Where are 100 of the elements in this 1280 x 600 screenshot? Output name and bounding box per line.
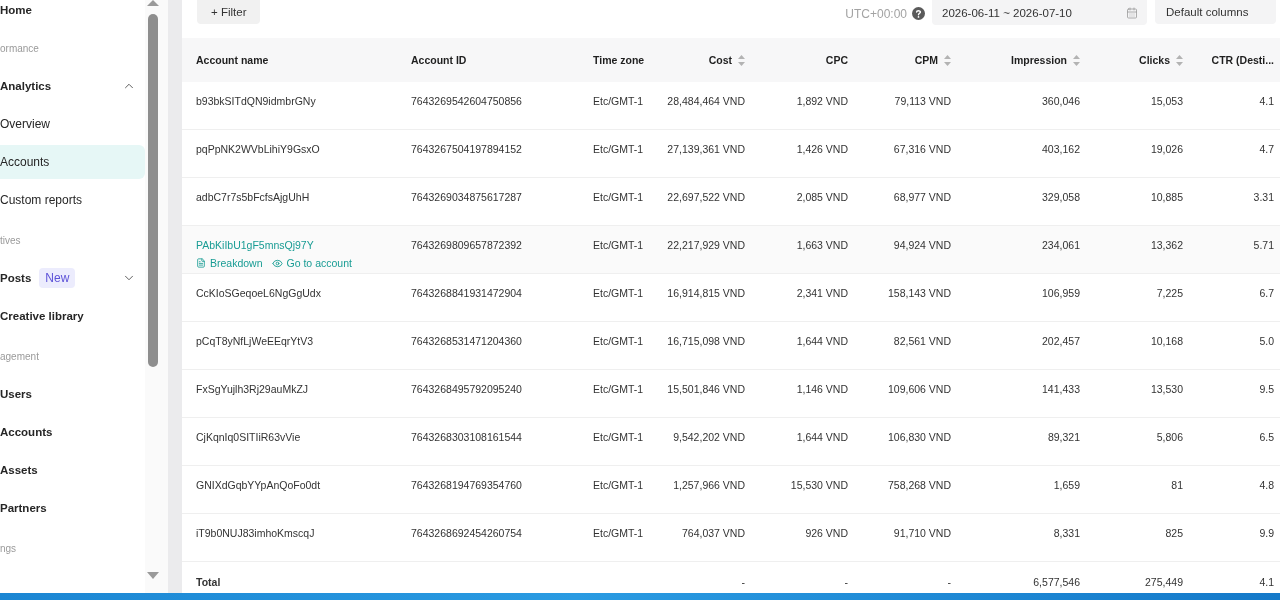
eye-icon bbox=[271, 257, 283, 269]
table-cell-text: 7643268531471204360 bbox=[411, 334, 522, 349]
table-cell-text: 7643269034875617287 bbox=[411, 190, 522, 205]
table-cell-text: 9,542,202 VND bbox=[673, 430, 745, 445]
help-icon[interactable] bbox=[912, 7, 925, 20]
table-cell-text: 22,217,929 VND bbox=[667, 238, 745, 253]
table-cell-text: 8,331 bbox=[1053, 526, 1080, 541]
sidebar-item[interactable]: Users bbox=[0, 377, 145, 411]
table-cell-text: 27,139,361 VND bbox=[667, 142, 745, 157]
table-cell-text: 9.9 bbox=[1259, 526, 1274, 541]
table-cell-text: 158,143 VND bbox=[887, 286, 951, 301]
table-cell-text: 6,577,546 bbox=[1033, 575, 1080, 590]
column-header[interactable]: Clicks bbox=[1139, 54, 1183, 66]
table-cell-text: 106,830 VND bbox=[887, 430, 951, 445]
table-cell-text: 94,924 VND bbox=[893, 238, 951, 253]
scrollbar-thumb[interactable] bbox=[148, 14, 158, 367]
section-label: agement bbox=[0, 349, 40, 364]
column-header: CTR (Desti... bbox=[1211, 54, 1274, 66]
table-cell-text: 825 bbox=[1165, 526, 1183, 541]
column-header: Account name bbox=[196, 54, 269, 66]
table-cell-text: 82,561 VND bbox=[893, 334, 951, 349]
account-name: b93bkSITdQN9idmbrGNy bbox=[196, 94, 316, 109]
table-cell-text: 15,053 bbox=[1150, 94, 1183, 109]
sort-icon[interactable] bbox=[944, 54, 951, 66]
sidebar-item[interactable]: Home bbox=[0, 0, 145, 27]
sort-icon[interactable] bbox=[738, 54, 745, 66]
table-cell-text: - bbox=[844, 575, 848, 590]
table-cell-text: 202,457 bbox=[1042, 334, 1080, 349]
account-name: GNIXdGqbYYpAnQoFo0dt bbox=[196, 478, 321, 493]
sidebar-item[interactable]: Creative library bbox=[0, 299, 145, 333]
table-cell-text: 89,321 bbox=[1047, 430, 1080, 445]
table-cell-text: 5.71 bbox=[1253, 238, 1274, 253]
table-cell-text: Etc/GMT-1 bbox=[593, 286, 644, 301]
date-range-field[interactable]: 2026-06-11 ~ 2026-07-10 bbox=[932, 0, 1147, 25]
account-name: pCqT8yNfLjWeEEqrYtV3 bbox=[196, 334, 314, 349]
table-cell-text: 13,362 bbox=[1150, 238, 1183, 253]
table-cell-text: 106,959 bbox=[1042, 286, 1080, 301]
table-cell-text: 7643268495792095240 bbox=[411, 382, 522, 397]
sort-icon[interactable] bbox=[1073, 54, 1080, 66]
table-cell-text: 2,341 VND bbox=[796, 286, 848, 301]
sidebar-item[interactable]: Assets bbox=[0, 453, 145, 487]
table-cell-text: Etc/GMT-1 bbox=[593, 526, 644, 541]
sidebar-group[interactable]: Analytics bbox=[0, 69, 145, 103]
table-cell-text: 1,659 bbox=[1053, 478, 1080, 493]
table-cell-text: 275,449 bbox=[1145, 575, 1183, 590]
feature-badge: New bbox=[39, 268, 76, 288]
table-cell-text: 6.5 bbox=[1259, 430, 1274, 445]
sort-icon[interactable] bbox=[1176, 54, 1183, 66]
table-cell-text: 4.7 bbox=[1259, 142, 1274, 157]
table-cell-text: 68,977 VND bbox=[893, 190, 951, 205]
table-cell-text: 13,530 bbox=[1150, 382, 1183, 397]
account-name: PAbKiIbU1gF5mnsQj97Y bbox=[196, 238, 314, 253]
table-cell-text: 9.5 bbox=[1259, 382, 1274, 397]
document-icon bbox=[196, 258, 206, 268]
table-cell-text: 81 bbox=[1171, 478, 1183, 493]
account-name: FxSgYujlh3Rj29auMkZJ bbox=[196, 382, 309, 397]
table-cell-text: 7,225 bbox=[1156, 286, 1183, 301]
columns-select[interactable]: Default columns bbox=[1155, 0, 1276, 24]
table-cell-text: 329,058 bbox=[1042, 190, 1080, 205]
section-label: ngs bbox=[0, 541, 18, 556]
table-cell-text: 7643268194769354760 bbox=[411, 478, 522, 493]
column-header[interactable]: CPM bbox=[914, 54, 951, 66]
scroll-down-icon[interactable] bbox=[147, 572, 159, 579]
column-header[interactable]: Cost bbox=[708, 54, 745, 66]
table-cell-text: 4.1 bbox=[1259, 94, 1274, 109]
table-cell-text: 1,257,966 VND bbox=[673, 478, 745, 493]
table-cell-text: 91,710 VND bbox=[893, 526, 951, 541]
account-name: iT9b0NUJ83imhoKmscqJ bbox=[196, 526, 315, 541]
sidebar-item[interactable]: Accounts bbox=[0, 145, 145, 179]
table-cell-text: 10,168 bbox=[1150, 334, 1183, 349]
sidebar-item[interactable]: Overview bbox=[0, 107, 145, 141]
column-header[interactable]: Impression bbox=[1010, 54, 1080, 66]
table-cell-text: 4.8 bbox=[1259, 478, 1274, 493]
timezone-label: UTC+00:00 bbox=[845, 7, 907, 21]
table-cell-text: 19,026 bbox=[1150, 142, 1183, 157]
table-cell-text: 1,146 VND bbox=[796, 382, 848, 397]
table-cell-text: 28,484,464 VND bbox=[667, 94, 745, 109]
table-cell-text: 16,914,815 VND bbox=[667, 286, 745, 301]
table-cell-text: 7643268841931472904 bbox=[411, 286, 522, 301]
table-cell-text: 7643268692454260754 bbox=[411, 526, 522, 541]
sidebar-item[interactable]: Partners bbox=[0, 491, 145, 525]
sidebar-item[interactable]: Accounts bbox=[0, 415, 145, 449]
table-cell-text: 109,606 VND bbox=[887, 382, 951, 397]
table-cell-text: 15,501,846 VND bbox=[667, 382, 745, 397]
sidebar-item[interactable]: Custom reports bbox=[0, 183, 145, 217]
sidebar-group[interactable]: Posts New bbox=[0, 261, 145, 295]
section-label: tives bbox=[0, 233, 22, 248]
table-cell-text: 1,426 VND bbox=[796, 142, 848, 157]
table-cell-text: 10,885 bbox=[1150, 190, 1183, 205]
scroll-up-icon[interactable] bbox=[147, 0, 159, 6]
table-cell-text: 5,806 bbox=[1156, 430, 1183, 445]
table-cell-text: Etc/GMT-1 bbox=[593, 334, 644, 349]
section-label: ormance bbox=[0, 41, 40, 56]
table-cell-text: 1,644 VND bbox=[796, 334, 848, 349]
account-name: adbC7r7s5bFcfsAjgUhH bbox=[196, 190, 310, 205]
table-cell-text: 2,085 VND bbox=[796, 190, 848, 205]
column-header: CPC bbox=[825, 54, 848, 66]
table-cell-text: 1,663 VND bbox=[796, 238, 848, 253]
table-cell-text: Etc/GMT-1 bbox=[593, 94, 644, 109]
filter-button[interactable]: + Filter bbox=[197, 0, 261, 24]
